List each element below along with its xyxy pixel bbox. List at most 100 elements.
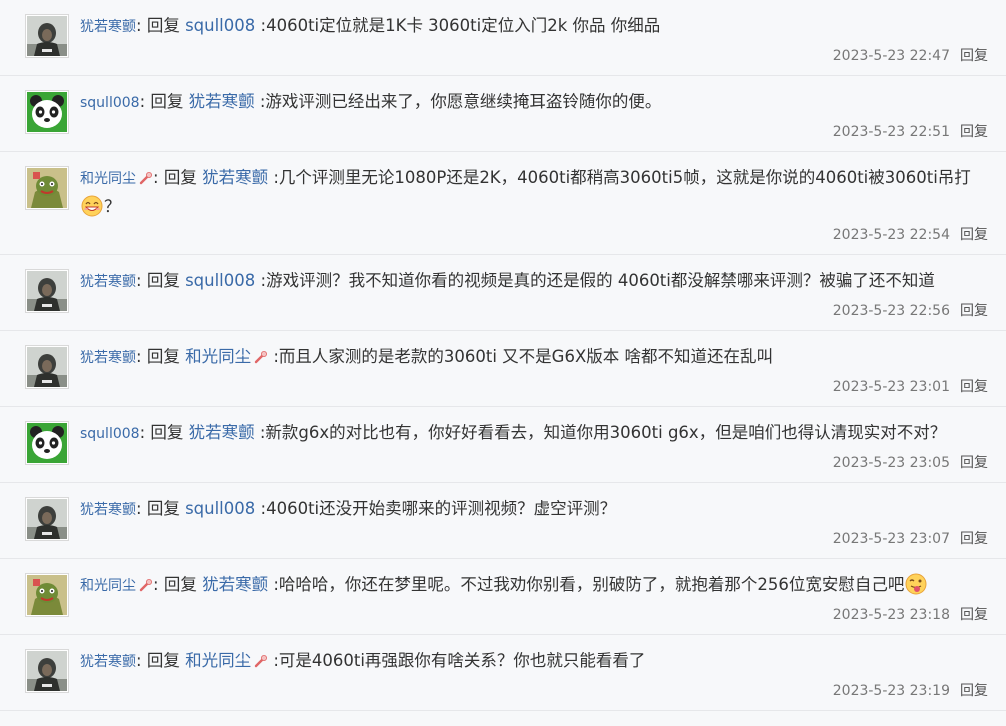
reply-keyword: 回复: [146, 16, 180, 35]
separator: :: [136, 347, 147, 366]
separator: :: [139, 92, 151, 111]
timestamp: 2023-5-23 23:19: [832, 683, 950, 699]
reply-keyword: 回复: [146, 499, 180, 518]
username-link[interactable]: squll008: [80, 426, 140, 442]
reply-meta: 2023-5-23 22:47 回复: [0, 41, 1006, 75]
reply-target-link[interactable]: 犹若寒颤: [202, 168, 268, 187]
reply-target-link[interactable]: squll008: [185, 271, 255, 290]
reply-keyword: 回复: [150, 92, 184, 111]
reply-button[interactable]: 回复: [960, 379, 988, 395]
reply-button[interactable]: 回复: [960, 48, 988, 64]
timestamp: 2023-5-23 22:54: [832, 227, 950, 243]
soldier-avatar[interactable]: [25, 14, 69, 58]
separator: :: [136, 651, 147, 670]
timestamp: 2023-5-23 23:07: [832, 531, 950, 547]
username-link[interactable]: squll008: [80, 95, 140, 111]
reply-meta: 2023-5-23 23:19 回复: [0, 676, 1006, 710]
soldier-avatar[interactable]: [25, 269, 69, 313]
timestamp: 2023-5-23 22:47: [832, 48, 950, 64]
reply-text: :4060ti定位就是1K卡 3060ti定位入门2k 你品 你细品: [260, 16, 661, 35]
username-link[interactable]: 和光同尘: [80, 578, 136, 594]
medal-icon: [139, 172, 152, 185]
username-link[interactable]: 犹若寒颤: [80, 274, 136, 290]
separator: :: [153, 168, 164, 187]
reply-keyword: 回复: [150, 423, 184, 442]
reply-target-link[interactable]: squll008: [185, 499, 255, 518]
reply-content: squll008: 回复 犹若寒颤 :新款g6x的对比也有，你好好看看去，知道你…: [80, 419, 988, 448]
reply-meta: 2023-5-23 22:54 回复: [0, 220, 1006, 254]
soldier-avatar[interactable]: [25, 649, 69, 693]
reply-content: 和光同尘: 回复 犹若寒颤 :几个评测里无论1080P还是2K，4060ti都稍…: [80, 164, 988, 220]
reply-content: 犹若寒颤: 回复 squll008 :4060ti还没开始卖哪来的评测视频？虚空…: [80, 495, 988, 524]
medal-icon: [254, 351, 268, 364]
reply-text: :4060ti还没开始卖哪来的评测视频？虚空评测？: [260, 499, 617, 518]
tongue-emoji-icon: [905, 573, 927, 595]
reply-keyword: 回复: [163, 575, 197, 594]
reply-item: 和光同尘: 回复 犹若寒颤 :哈哈哈，你还在梦里呢。不过我劝你别看，别破防了，就…: [0, 559, 1006, 635]
reply-content: 犹若寒颤: 回复 squll008 :游戏评测？我不知道你看的视频是真的还是假的…: [80, 267, 988, 296]
panda-avatar[interactable]: [25, 421, 69, 465]
cartoon-avatar[interactable]: [25, 166, 69, 210]
reply-target-link[interactable]: squll008: [185, 16, 255, 35]
separator: :: [136, 16, 147, 35]
reply-button[interactable]: 回复: [960, 124, 988, 140]
username-link[interactable]: 犹若寒颤: [80, 350, 136, 366]
reply-item: 犹若寒颤: 回复 squll008 :游戏评测？我不知道你看的视频是真的还是假的…: [0, 255, 1006, 331]
reply-target-link[interactable]: 和光同尘: [185, 347, 251, 366]
reply-text: :几个评测里无论1080P还是2K，4060ti都稍高3060ti5帧，这就是你…: [273, 168, 971, 187]
reply-keyword: 回复: [146, 347, 180, 366]
reply-button[interactable]: 回复: [960, 227, 988, 243]
timestamp: 2023-5-23 22:51: [832, 124, 950, 140]
reply-content: 犹若寒颤: 回复 和光同尘 :而且人家测的是老款的3060ti 又不是G6X版本…: [80, 343, 988, 372]
cartoon-avatar[interactable]: [25, 573, 69, 617]
reply-meta: 2023-5-23 23:07 回复: [0, 524, 1006, 558]
reply-meta: 2023-5-23 23:18 回复: [0, 600, 1006, 634]
separator: :: [153, 575, 164, 594]
reply-target-link[interactable]: 犹若寒颤: [189, 423, 255, 442]
reply-meta: 2023-5-23 22:51 回复: [0, 117, 1006, 151]
reply-item: 犹若寒颤: 回复 和光同尘 :而且人家测的是老款的3060ti 又不是G6X版本…: [0, 331, 1006, 407]
timestamp: 2023-5-23 23:18: [832, 607, 950, 623]
separator: :: [136, 499, 147, 518]
reply-meta: 2023-5-23 22:56 回复: [0, 296, 1006, 330]
reply-button[interactable]: 回复: [960, 303, 988, 319]
reply-text: :而且人家测的是老款的3060ti 又不是G6X版本 啥都不知道还在乱叫: [273, 347, 773, 366]
timestamp: 2023-5-23 22:56: [832, 303, 950, 319]
reply-item: squll008: 回复 犹若寒颤 :游戏评测已经出来了，你愿意继续掩耳盗铃随你…: [0, 76, 1006, 152]
reply-target-link[interactable]: 犹若寒颤: [202, 575, 268, 594]
reply-target-link[interactable]: 犹若寒颤: [189, 92, 255, 111]
username-link[interactable]: 犹若寒颤: [80, 654, 136, 670]
reply-item: 犹若寒颤: 回复 和光同尘 :可是4060ti再强跟你有啥关系？你也就只能看看了…: [0, 635, 1006, 711]
reply-button[interactable]: 回复: [960, 607, 988, 623]
reply-item: 和光同尘: 回复 犹若寒颤 :几个评测里无论1080P还是2K，4060ti都稍…: [0, 152, 1006, 255]
timestamp: 2023-5-23 23:05: [832, 455, 950, 471]
separator: :: [139, 423, 151, 442]
reply-target-link[interactable]: 和光同尘: [185, 651, 251, 670]
reply-item: 犹若寒颤: 回复 squll008 :4060ti定位就是1K卡 3060ti定…: [0, 0, 1006, 76]
reply-text: :新款g6x的对比也有，你好好看看去，知道你用3060ti g6x，但是咱们也得…: [259, 423, 947, 442]
username-link[interactable]: 犹若寒颤: [80, 502, 136, 518]
reply-keyword: 回复: [163, 168, 197, 187]
reply-list: 犹若寒颤: 回复 squll008 :4060ti定位就是1K卡 3060ti定…: [0, 0, 1006, 711]
reply-text: :可是4060ti再强跟你有啥关系？你也就只能看看了: [273, 651, 646, 670]
reply-meta: 2023-5-23 23:05 回复: [0, 448, 1006, 482]
medal-icon: [139, 579, 152, 592]
reply-item: 犹若寒颤: 回复 squll008 :4060ti还没开始卖哪来的评测视频？虚空…: [0, 483, 1006, 559]
reply-content: 和光同尘: 回复 犹若寒颤 :哈哈哈，你还在梦里呢。不过我劝你别看，别破防了，就…: [80, 571, 988, 600]
username-link[interactable]: 犹若寒颤: [80, 19, 136, 35]
reply-button[interactable]: 回复: [960, 531, 988, 547]
reply-keyword: 回复: [146, 651, 180, 670]
soldier-avatar[interactable]: [25, 497, 69, 541]
username-link[interactable]: 和光同尘: [80, 171, 136, 187]
soldier-avatar[interactable]: [25, 345, 69, 389]
reply-button[interactable]: 回复: [960, 683, 988, 699]
panda-avatar[interactable]: [25, 90, 69, 134]
reply-item: squll008: 回复 犹若寒颤 :新款g6x的对比也有，你好好看看去，知道你…: [0, 407, 1006, 483]
reply-button[interactable]: 回复: [960, 455, 988, 471]
reply-meta: 2023-5-23 23:01 回复: [0, 372, 1006, 406]
reply-keyword: 回复: [146, 271, 180, 290]
reply-content: squll008: 回复 犹若寒颤 :游戏评测已经出来了，你愿意继续掩耳盗铃随你…: [80, 88, 988, 117]
reply-content: 犹若寒颤: 回复 和光同尘 :可是4060ti再强跟你有啥关系？你也就只能看看了: [80, 647, 988, 676]
reply-text: :游戏评测已经出来了，你愿意继续掩耳盗铃随你的便。: [259, 92, 662, 111]
reply-text-tail: ？: [104, 197, 121, 216]
